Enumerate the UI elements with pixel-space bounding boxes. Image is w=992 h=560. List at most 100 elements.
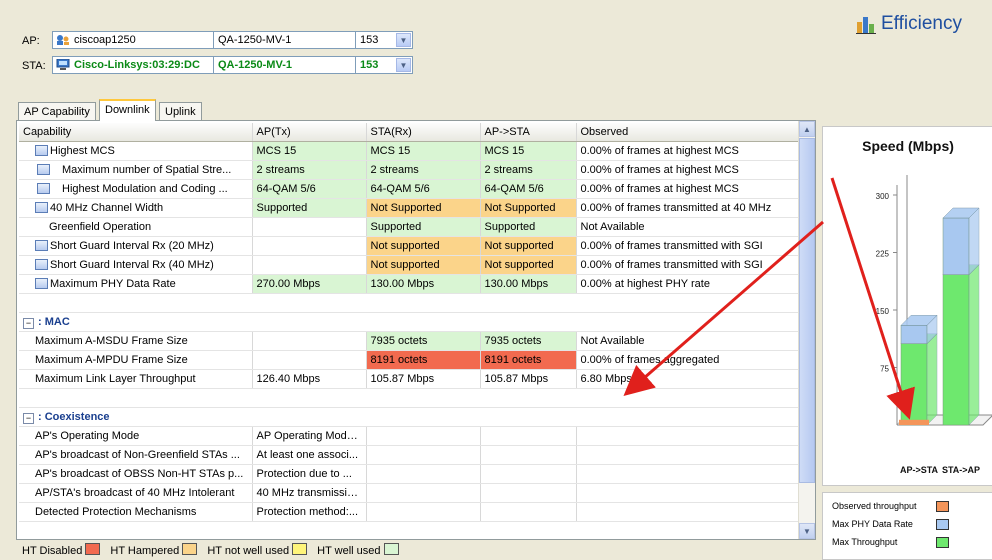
table-row[interactable]: Short Guard Interval Rx (20 MHz) Not supp… (19, 236, 800, 256)
table-row[interactable]: Maximum number of Spatial Stre... 2 strea… (19, 160, 800, 180)
sta-network-select[interactable]: QA-1250-MV-1 (214, 56, 356, 74)
table-row[interactable]: Maximum PHY Data Rate 270.00 Mbps 130.00 M… (19, 274, 800, 294)
section-header-row[interactable]: −: MAC (19, 312, 800, 332)
value-cell: 64-QAM 5/6 (480, 179, 577, 199)
bar-max-throughput-side (926, 333, 938, 426)
table-row[interactable]: AP's broadcast of Non-Greenfield STAs ..… (19, 445, 800, 465)
scroll-up-icon[interactable]: ▲ (799, 121, 815, 137)
value-cell: 7935 octets (366, 331, 481, 351)
column-header[interactable]: AP->STA (480, 123, 577, 142)
table-row[interactable]: Highest MCS MCS 15 MCS 15 MCS 15 0.00% of fr… (19, 141, 800, 161)
value-cell: Not supported (480, 236, 577, 256)
info-icon[interactable] (37, 164, 50, 175)
chevron-down-icon[interactable]: ▼ (396, 33, 411, 47)
table-row[interactable]: Short Guard Interval Rx (40 MHz) Not supp… (19, 255, 800, 275)
cell-text: Supported (484, 221, 536, 233)
ap-channel-select[interactable]: 153 ▼ (356, 31, 413, 49)
table-row[interactable]: Maximum A-MPDU Frame Size 8191 octets 8191… (19, 350, 800, 370)
table-row[interactable]: Detected Protection Mechanisms Protection… (19, 502, 800, 522)
value-cell: AP Operating Mode... (252, 426, 367, 446)
info-icon[interactable] (37, 183, 50, 194)
collapse-icon[interactable]: − (23, 317, 34, 329)
info-icon[interactable] (35, 278, 48, 289)
cell-text: 40 MHz transmissio... (256, 487, 363, 499)
legend-swatch (383, 543, 399, 555)
legend-swatch (936, 519, 949, 530)
value-cell: Not supported (480, 255, 577, 275)
info-icon[interactable] (35, 240, 48, 251)
table-row[interactable]: Maximum Link Layer Throughput 126.40 Mbps… (19, 369, 800, 389)
efficiency-title: Efficiency (881, 13, 962, 34)
table-row[interactable]: Maximum A-MSDU Frame Size 7935 octets 7935… (19, 331, 800, 351)
cell-text: Protection due to ... (256, 468, 352, 480)
table-row[interactable]: 40 MHz Channel Width Supported Not Support… (19, 198, 800, 218)
info-icon[interactable] (35, 145, 48, 156)
spacer-row (19, 388, 799, 408)
access-point-icon (56, 34, 70, 46)
x-category-label: AP->STA (900, 465, 939, 475)
column-header[interactable]: STA(Rx) (366, 123, 481, 142)
sta-channel-select[interactable]: 153 ▼ (356, 56, 413, 74)
capability-name-cell: Short Guard Interval Rx (40 MHz) (19, 255, 253, 275)
value-cell: 64-QAM 5/6 (252, 179, 367, 199)
y-tick-label: 150 (876, 307, 890, 316)
column-header[interactable]: Observed (576, 123, 800, 142)
value-cell: 8191 octets (366, 350, 481, 370)
tab-downlink[interactable]: Downlink (99, 99, 156, 121)
capability-name-cell: Maximum number of Spatial Stre... (19, 160, 253, 180)
column-header[interactable]: AP(Tx) (252, 123, 367, 142)
value-cell: 8191 octets (480, 350, 577, 370)
capability-name-cell: Short Guard Interval Rx (20 MHz) (19, 236, 253, 256)
sta-channel: 153 (360, 59, 379, 71)
tab-ap-capability[interactable]: AP Capability (18, 102, 96, 120)
y-tick-label: 300 (876, 192, 890, 201)
cell-text: Detected Protection Mechanisms (35, 506, 197, 518)
legend-item: Observed throughput (832, 501, 987, 512)
cell-text: Short Guard Interval Rx (40 MHz) (50, 259, 214, 271)
spacer-cell (19, 388, 799, 408)
column-header[interactable]: Capability (19, 123, 253, 142)
info-icon[interactable] (35, 259, 48, 270)
table-row[interactable]: AP's Operating Mode AP Operating Mode... (19, 426, 800, 446)
table-row[interactable]: AP's broadcast of OBSS Non-HT STAs p... P… (19, 464, 800, 484)
value-cell: Not Available (576, 217, 800, 237)
table-row[interactable]: Greenfield Operation Supported Supported No… (19, 217, 800, 237)
cell-text: 105.87 Mbps (484, 373, 549, 385)
section-header-row[interactable]: −: Coexistence (19, 407, 800, 427)
cell-text: 64-QAM 5/6 (484, 183, 544, 195)
efficiency-header: Efficiency (856, 13, 962, 35)
computer-icon (56, 58, 70, 71)
bar-max-throughput (900, 333, 938, 426)
ap-network-select[interactable]: QA-1250-MV-1 (214, 31, 356, 49)
scroll-down-icon[interactable]: ▼ (799, 523, 815, 539)
table-row[interactable]: AP/STA's broadcast of 40 MHz Intolerant 4… (19, 483, 800, 503)
chevron-down-icon[interactable]: ▼ (396, 58, 411, 72)
cell-text: 130.00 Mbps (370, 278, 435, 290)
capability-name-cell: AP's broadcast of OBSS Non-HT STAs p... (19, 464, 253, 484)
info-icon[interactable] (35, 202, 48, 213)
value-cell (366, 483, 481, 503)
cell-text: 6.80 Mbps (580, 373, 632, 385)
scroll-thumb[interactable] (799, 138, 815, 483)
value-cell: 64-QAM 5/6 (366, 179, 481, 199)
cell-text: Maximum A-MSDU Frame Size (35, 335, 188, 347)
table-row[interactable]: Highest Modulation and Coding ... 64-QAM … (19, 179, 800, 199)
value-cell: 130.00 Mbps (480, 274, 577, 294)
bar-max-throughput-front (942, 274, 970, 426)
cell-text: 0.00% of frames at highest MCS (580, 164, 739, 176)
capability-name-cell: Maximum A-MPDU Frame Size (19, 350, 253, 370)
tab-uplink[interactable]: Uplink (159, 102, 202, 120)
value-cell: Not supported (366, 255, 481, 275)
value-cell: Supported (480, 217, 577, 237)
capability-name-cell: AP's broadcast of Non-Greenfield STAs ..… (19, 445, 253, 465)
collapse-icon[interactable]: − (23, 412, 34, 424)
vertical-scrollbar[interactable]: ▲ ▼ (798, 121, 815, 539)
value-cell: At least one associ... (252, 445, 367, 465)
cell-text: 7935 octets (370, 335, 428, 347)
value-cell (252, 331, 367, 351)
sta-device-select[interactable]: Cisco-Linksys:03:29:DC (52, 56, 214, 74)
cell-text: Not Supported (370, 202, 442, 214)
ap-device-select[interactable]: ciscoap1250 (52, 31, 214, 49)
cell-text: AP's broadcast of Non-Greenfield STAs ..… (35, 449, 240, 461)
ap-network-name: QA-1250-MV-1 (218, 34, 292, 46)
